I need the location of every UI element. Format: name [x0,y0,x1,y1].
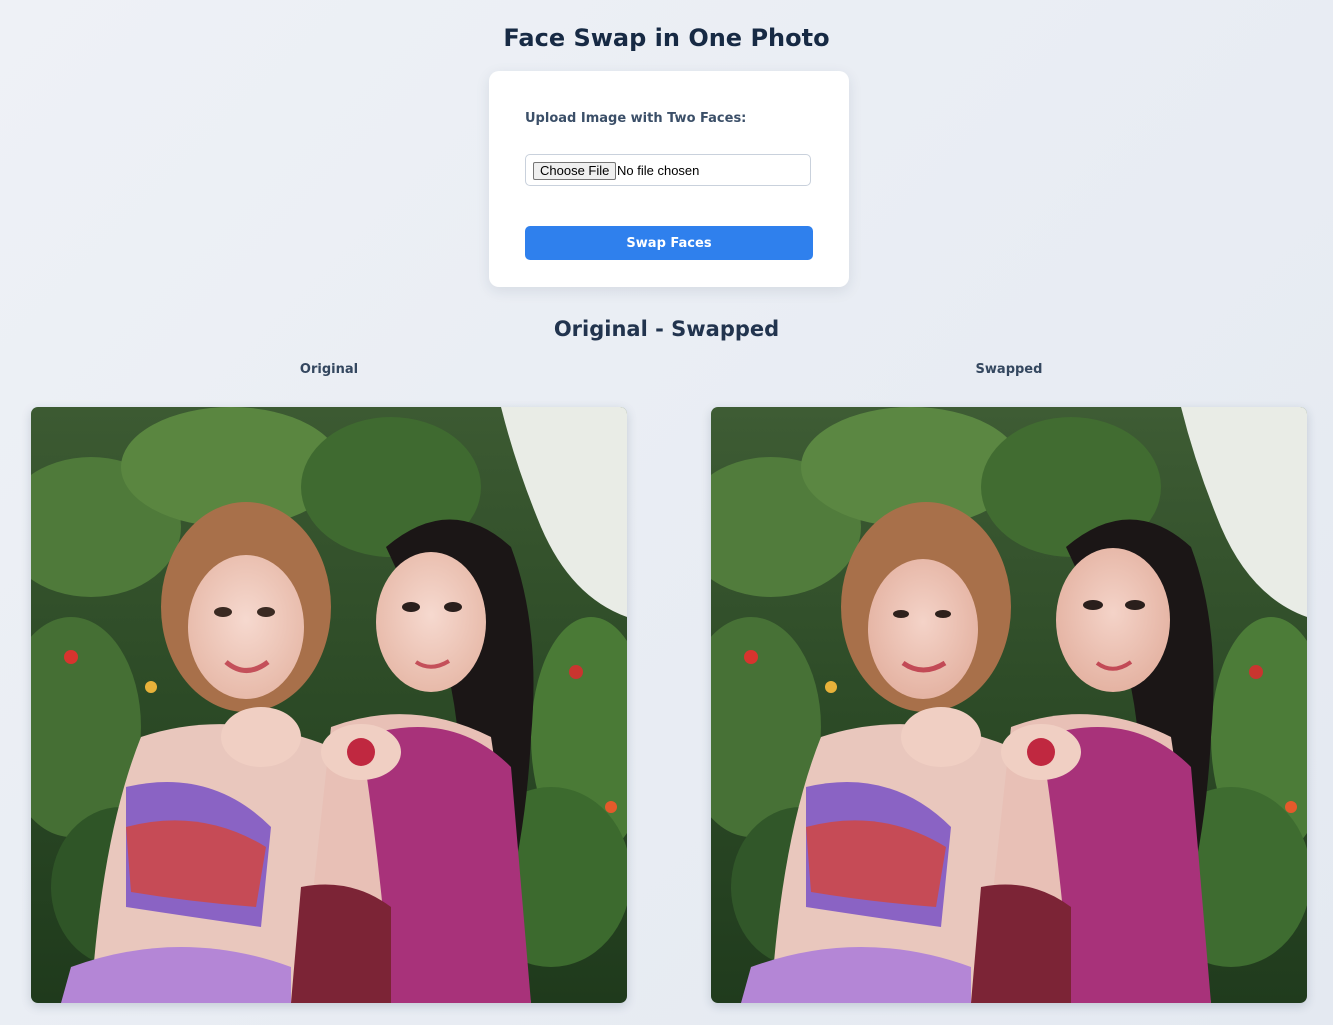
file-input[interactable]: Choose File No file chosen [525,154,811,186]
original-image [31,407,627,1003]
page-title: Face Swap in One Photo [503,24,830,52]
upload-card: Upload Image with Two Faces: Choose File… [489,71,849,287]
swapped-label: Swapped [975,362,1043,377]
swap-faces-button[interactable]: Swap Faces [525,226,813,260]
original-label: Original [299,362,359,377]
choose-file-button[interactable]: Choose File [533,162,617,180]
upload-label: Upload Image with Two Faces: [525,111,747,126]
swapped-image [711,407,1307,1003]
file-status-text: No file chosen [617,163,700,178]
results-heading: Original - Swapped [553,317,780,341]
